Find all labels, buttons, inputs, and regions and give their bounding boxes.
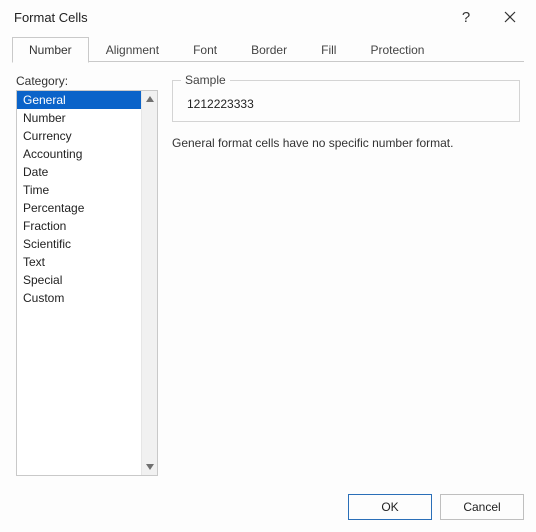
- help-button[interactable]: ?: [444, 2, 488, 32]
- tab-font[interactable]: Font: [176, 37, 234, 62]
- category-item-number[interactable]: Number: [17, 109, 141, 127]
- sample-groupbox: Sample 1212223333: [172, 80, 520, 122]
- format-cells-dialog: Format Cells ? Number Alignment Font Bor…: [0, 0, 536, 532]
- sample-value: 1212223333: [187, 97, 507, 111]
- scroll-up-icon[interactable]: [142, 91, 158, 107]
- listbox-scrollbar[interactable]: [141, 91, 157, 475]
- category-listbox[interactable]: General Number Currency Accounting Date …: [16, 90, 158, 476]
- category-label: Category:: [16, 74, 158, 88]
- tab-fill[interactable]: Fill: [304, 37, 353, 62]
- category-item-currency[interactable]: Currency: [17, 127, 141, 145]
- scroll-down-icon[interactable]: [142, 459, 158, 475]
- category-item-time[interactable]: Time: [17, 181, 141, 199]
- dialog-body: Category: General Number Currency Accoun…: [0, 62, 536, 484]
- close-button[interactable]: [488, 2, 532, 32]
- cancel-button[interactable]: Cancel: [440, 494, 524, 520]
- sample-legend: Sample: [181, 73, 230, 87]
- category-item-date[interactable]: Date: [17, 163, 141, 181]
- tab-border[interactable]: Border: [234, 37, 304, 62]
- category-item-fraction[interactable]: Fraction: [17, 217, 141, 235]
- detail-column: Sample 1212223333 General format cells h…: [172, 74, 520, 476]
- dialog-footer: OK Cancel: [0, 484, 536, 532]
- category-item-special[interactable]: Special: [17, 271, 141, 289]
- category-item-general[interactable]: General: [17, 91, 141, 109]
- category-column: Category: General Number Currency Accoun…: [16, 74, 158, 476]
- category-item-text[interactable]: Text: [17, 253, 141, 271]
- tab-alignment[interactable]: Alignment: [89, 37, 176, 62]
- tab-protection[interactable]: Protection: [353, 37, 441, 62]
- close-icon: [504, 11, 516, 23]
- category-item-custom[interactable]: Custom: [17, 289, 141, 307]
- ok-button[interactable]: OK: [348, 494, 432, 520]
- category-item-percentage[interactable]: Percentage: [17, 199, 141, 217]
- titlebar: Format Cells ?: [0, 0, 536, 34]
- tab-number[interactable]: Number: [12, 37, 89, 63]
- category-item-scientific[interactable]: Scientific: [17, 235, 141, 253]
- category-item-accounting[interactable]: Accounting: [17, 145, 141, 163]
- tab-strip: Number Alignment Font Border Fill Protec…: [0, 34, 536, 62]
- window-title: Format Cells: [14, 10, 444, 25]
- format-description: General format cells have no specific nu…: [172, 136, 520, 150]
